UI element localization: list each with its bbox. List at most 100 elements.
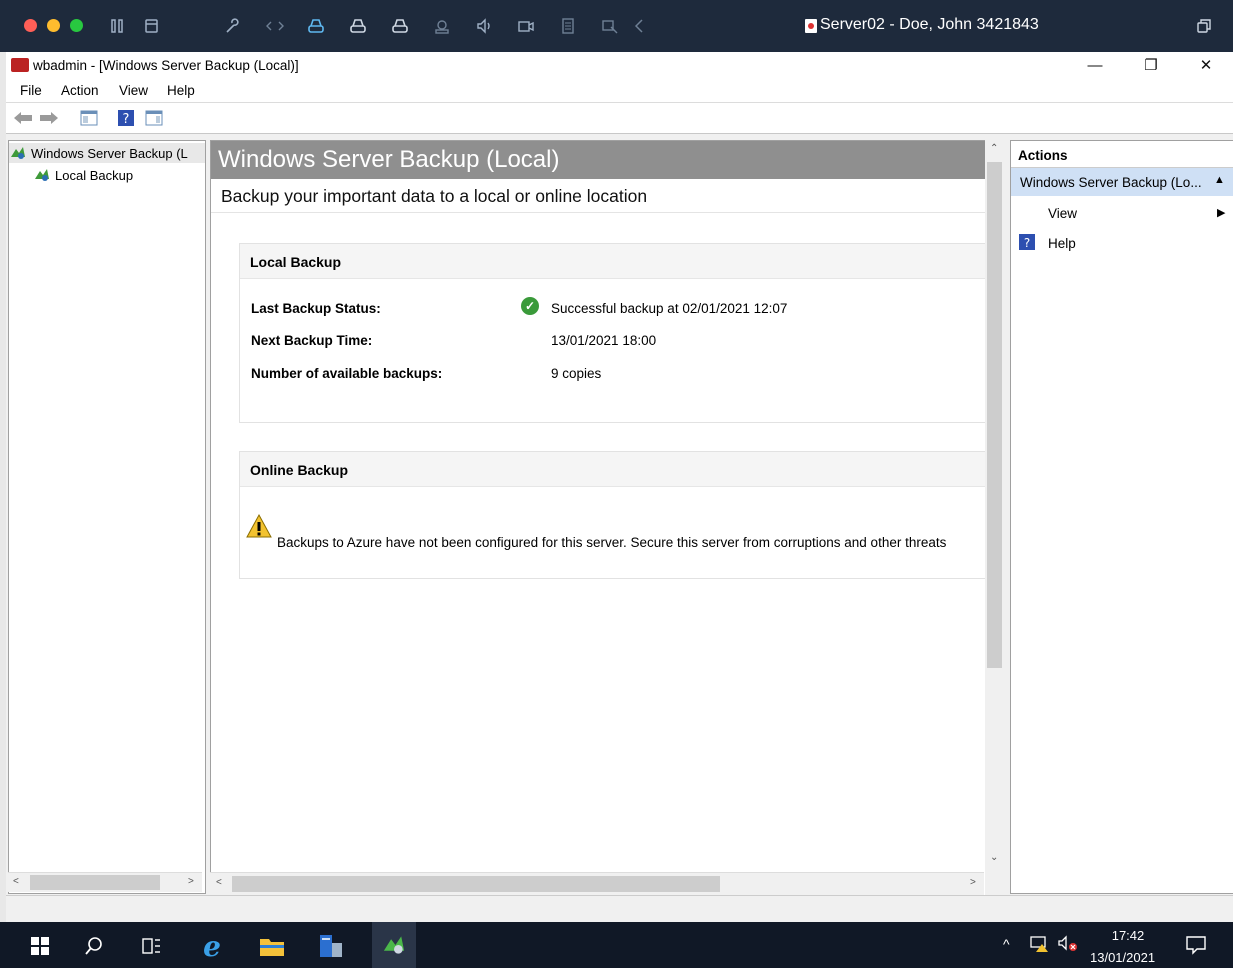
menu-bar: File Action View Help — [6, 78, 1233, 103]
action-view[interactable]: View ▶ — [1048, 206, 1228, 221]
action-help[interactable]: Help — [1048, 236, 1076, 251]
menu-view[interactable]: View — [119, 83, 148, 98]
section-header: Online Backup — [240, 452, 985, 487]
result-horizontal-scrollbar[interactable]: < > — [210, 872, 984, 895]
video-icon[interactable] — [514, 14, 538, 38]
result-vertical-scrollbar[interactable]: ⌃ ⌄ — [985, 140, 1004, 896]
help-icon: ? — [1019, 234, 1035, 250]
drive-icon[interactable] — [388, 14, 412, 38]
server-manager-icon[interactable] — [316, 932, 344, 960]
devices-icon[interactable] — [598, 14, 622, 38]
tree-item-local-backup[interactable]: Local Backup — [33, 165, 133, 185]
submenu-arrow-icon: ▶ — [1217, 207, 1226, 219]
drive-icon[interactable] — [346, 14, 370, 38]
code-arrows-icon[interactable] — [263, 14, 287, 38]
back-chevron-icon[interactable] — [628, 14, 652, 38]
page-title: Windows Server Backup (Local) — [218, 146, 560, 173]
svg-text:?: ? — [123, 112, 130, 127]
actions-pane: Actions Windows Server Backup (Lo... ▲ V… — [1010, 140, 1233, 894]
result-pane: Windows Server Backup (Local) Backup you… — [210, 140, 986, 896]
success-check-icon: ✓ — [521, 297, 539, 315]
document-icon — [805, 19, 817, 33]
local-backup-section: Local Backup Last Backup Status: ✓ Succe… — [239, 243, 985, 423]
page-subtitle: Backup your important data to a local or… — [221, 186, 648, 206]
window-title: wbadmin - [Windows Server Backup (Local)… — [33, 58, 299, 73]
document-icon[interactable] — [556, 14, 580, 38]
actions-title: Actions — [1018, 148, 1068, 163]
task-view-icon[interactable] — [137, 932, 165, 960]
network-warning-icon[interactable] — [1030, 935, 1050, 953]
scrollbar-thumb[interactable] — [232, 876, 720, 892]
section-title: Local Backup — [250, 254, 342, 270]
notification-icon[interactable] — [1185, 935, 1207, 955]
actions-group-header[interactable]: Windows Server Backup (Lo... ▲ — [1011, 168, 1233, 196]
scroll-left-icon[interactable]: < — [13, 876, 19, 887]
chevron-up-icon[interactable]: ^ — [1003, 936, 1010, 952]
collapse-icon[interactable]: ▲ — [1214, 174, 1225, 186]
windows-server-backup-icon[interactable] — [372, 922, 416, 968]
host-toolbar: Server02 - Doe, John 3421843 — [0, 0, 1233, 52]
backup-icon — [35, 169, 49, 181]
show-action-pane-icon[interactable] — [143, 108, 165, 128]
actions-group-label: Windows Server Backup (Lo... — [1020, 175, 1202, 190]
window-icon[interactable] — [140, 14, 164, 38]
title-bar: wbadmin - [Windows Server Backup (Local)… — [6, 52, 1233, 78]
tree-item-windows-server-backup[interactable]: Windows Server Backup (L — [9, 143, 205, 163]
minimize-dot-icon[interactable] — [47, 19, 60, 32]
action-label: View — [1048, 206, 1078, 221]
scroll-right-icon[interactable]: > — [188, 876, 194, 887]
help-icon[interactable]: ? — [115, 108, 137, 128]
search-icon[interactable] — [80, 932, 108, 960]
svg-text:?: ? — [1024, 236, 1030, 250]
volume-muted-icon[interactable] — [1057, 935, 1079, 953]
file-explorer-icon[interactable] — [258, 932, 286, 960]
zoom-dot-icon[interactable] — [70, 19, 83, 32]
scrollbar-thumb[interactable] — [30, 875, 160, 890]
internet-explorer-icon[interactable]: e — [198, 930, 226, 963]
scroll-left-icon[interactable]: < — [216, 877, 222, 888]
warning-icon — [246, 513, 272, 538]
restore-button[interactable]: ❐ — [1127, 52, 1175, 78]
wrench-icon[interactable] — [220, 14, 244, 38]
online-backup-message: Backups to Azure have not been configure… — [277, 535, 947, 550]
next-time-label: Next Backup Time: — [251, 333, 373, 348]
close-button[interactable]: ✕ — [1182, 52, 1230, 78]
forward-arrow-icon[interactable] — [38, 108, 60, 128]
status-value: Successful backup at 02/01/2021 12:07 — [551, 301, 788, 316]
start-windows-icon[interactable] — [26, 932, 54, 960]
show-console-tree-icon[interactable] — [78, 108, 100, 128]
back-arrow-icon[interactable] — [12, 108, 34, 128]
status-label: Last Backup Status: — [251, 301, 381, 316]
scroll-right-icon[interactable]: > — [970, 877, 976, 888]
app-window: wbadmin - [Windows Server Backup (Local)… — [6, 52, 1233, 923]
camera-icon[interactable] — [430, 14, 454, 38]
copies-value: 9 copies — [551, 366, 602, 381]
clock-date[interactable]: 13/01/2021 — [1090, 950, 1155, 965]
tree-item-label: Local Backup — [55, 167, 134, 183]
pause-icon[interactable] — [105, 14, 129, 38]
menu-help[interactable]: Help — [167, 83, 195, 98]
minimize-button[interactable]: — — [1071, 52, 1119, 78]
close-dot-icon[interactable] — [24, 19, 37, 32]
restore-window-icon[interactable] — [1192, 14, 1216, 38]
actions-header: Actions — [1011, 141, 1233, 168]
menu-action[interactable]: Action — [61, 83, 99, 98]
scroll-up-icon[interactable]: ⌃ — [990, 143, 998, 154]
pane-header: Windows Server Backup (Local) — [211, 141, 985, 179]
scrollbar-thumb[interactable] — [987, 162, 1002, 668]
clock-time[interactable]: 17:42 — [1094, 928, 1162, 943]
console-tree: Windows Server Backup (L Local Backup — [8, 140, 206, 894]
tree-horizontal-scrollbar[interactable]: < > — [8, 872, 202, 892]
divider — [211, 212, 985, 213]
copies-label: Number of available backups: — [251, 366, 443, 381]
section-title: Online Backup — [250, 462, 349, 478]
speaker-icon[interactable] — [472, 14, 496, 38]
scroll-down-icon[interactable]: ⌄ — [990, 852, 998, 863]
menu-file[interactable]: File — [20, 83, 42, 98]
status-bar — [6, 895, 1233, 923]
backup-icon — [11, 147, 25, 159]
taskbar: e ^ 17:42 13/01/2021 — [0, 922, 1233, 968]
tree-item-label: Windows Server Backup (L — [31, 145, 188, 161]
drive-icon[interactable] — [304, 14, 328, 38]
toolbar: ? — [6, 103, 1233, 134]
